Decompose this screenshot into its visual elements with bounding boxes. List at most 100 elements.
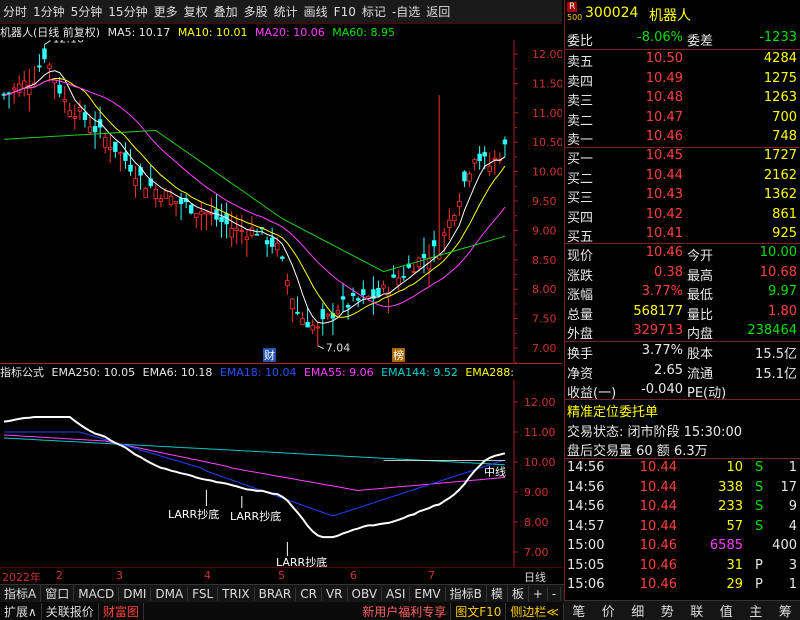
indicator-tab-13[interactable]: 指标B [446, 585, 487, 602]
indicator-tab-15[interactable]: 板 [508, 585, 529, 602]
toolbar-item-1[interactable]: 1分钟 [30, 3, 68, 20]
indicator-tab-2[interactable]: MACD [74, 586, 120, 601]
indicator-tab-14[interactable]: 模 [487, 585, 508, 602]
indicator-tab-17[interactable]: - [548, 586, 562, 601]
quote-tab-7[interactable]: 筹 [779, 601, 792, 620]
toolbar-item-9[interactable]: 画线 [301, 3, 331, 20]
chart-header: 机器人(日线 前复权) MA5: 10.17 MA10: 10.01 MA20:… [0, 24, 562, 40]
quote-tab-2[interactable]: 细 [631, 601, 644, 620]
sell-volume: 748 [772, 129, 797, 144]
candle-body [199, 211, 204, 215]
indicator-tab-12[interactable]: EMV [410, 586, 446, 601]
period-label[interactable]: 日线 [524, 569, 546, 585]
candle-body [16, 83, 22, 94]
indicator-tab-9[interactable]: VR [322, 586, 348, 601]
toolbar-item-4[interactable]: 更多 [151, 3, 181, 20]
extension-tab-3[interactable]: 新用户福利专享 [358, 602, 452, 620]
extension-tab-4[interactable]: 图文F10 [451, 602, 507, 620]
rank-marker[interactable]: 榜 [393, 348, 404, 362]
indicator-tab-8[interactable]: CR [296, 586, 322, 601]
tick-row: 14:57 10.44 57 S 4 [565, 519, 800, 538]
indicator-tab-0[interactable]: 指标A [0, 585, 42, 602]
toolbar-item-7[interactable]: 多股 [241, 3, 271, 20]
price-tick: 8.50 [532, 254, 557, 267]
toolbar-item-5[interactable]: 复权 [181, 3, 211, 20]
toolbar-item-2[interactable]: 5分钟 [68, 3, 106, 20]
quote-tab-4[interactable]: 联 [690, 601, 703, 620]
indicator-tab-4[interactable]: DMA [151, 586, 189, 601]
candle-body [285, 280, 290, 287]
candle-body [411, 271, 417, 273]
indicator-tab-16[interactable]: + [529, 586, 548, 601]
candle-body [310, 325, 315, 331]
kline-chart[interactable]: 12.00 11.50 11.00 10.50 10.00 9.50 9.00 8.50 8.0… [0, 40, 562, 364]
quote-tab-6[interactable]: 主 [749, 601, 762, 620]
candle-body [244, 236, 250, 241]
candle-body [103, 137, 108, 148]
candle-body [254, 233, 260, 236]
indicator-name[interactable]: 指标公式 [0, 366, 44, 379]
ema18-line [4, 431, 506, 517]
stat2-value: 15.1亿 [755, 366, 797, 382]
stat2-label: 换手 [567, 347, 594, 362]
ema250-value: EMA250: 10.05 [51, 366, 136, 379]
candle-body [133, 178, 138, 187]
stat-value: 10.68 [759, 264, 797, 280]
buy-label: 买三 [567, 191, 594, 206]
indicator-tab-7[interactable]: BRAR [255, 586, 297, 601]
buy-volume: 925 [772, 226, 797, 241]
chart-title: 机器人(日线 前复权) [0, 26, 101, 39]
indicator-tab-11[interactable]: ASI [382, 586, 411, 601]
high-marker: 12.16 [52, 40, 83, 46]
buy-label: 买一 [567, 152, 594, 167]
tick-side: P [755, 577, 763, 592]
indicator-tick: 10.00 [524, 456, 556, 469]
extension-tab-0[interactable]: 扩展∧ [0, 602, 42, 620]
extension-tab-2[interactable]: 财富图 [99, 602, 144, 620]
indicator-tab-3[interactable]: DMI [119, 586, 152, 601]
indicator-tab-1[interactable]: 窗口 [41, 585, 75, 602]
quote-tab-5[interactable]: 值 [720, 601, 733, 620]
candle-body [153, 188, 158, 199]
toolbar-item-8[interactable]: 统计 [271, 3, 301, 20]
sell-price: 10.46 [645, 129, 683, 144]
date-month-4: 4 [204, 569, 211, 582]
toolbar-item-13[interactable]: 返回 [423, 3, 453, 20]
indicator-tab-5[interactable]: FSL [188, 586, 219, 601]
buy-price: 10.41 [645, 226, 683, 241]
quote-tab-1[interactable]: 价 [602, 601, 615, 620]
toolbar-item-6[interactable]: 叠加 [211, 3, 241, 20]
toolbar-item-3[interactable]: 15分钟 [105, 3, 150, 20]
stock-code: 300024 [585, 5, 639, 21]
stat2-row-1: 净资 2.65 流通 15.1亿 [565, 363, 800, 382]
stat-label: 涨跌 [567, 268, 594, 284]
toolbar-item-11[interactable]: 标记 [359, 3, 389, 20]
tick-time: 14:57 [567, 518, 605, 534]
toolbar-item-10[interactable]: F10 [331, 5, 359, 19]
candle-body [355, 298, 361, 301]
tick-time: 15:05 [567, 557, 605, 573]
price-tick: 11.50 [532, 77, 562, 90]
quote-tab-3[interactable]: 势 [661, 601, 674, 620]
indicator-chart[interactable]: 12.00 11.00 10.00 9.00 8.00 7.00 中线 LARR抄底 LARR抄… [0, 380, 562, 567]
indicator-tab-6[interactable]: TRIX [218, 586, 255, 601]
entrust-title: 精准定位委托单 [567, 405, 659, 420]
tick-row: 15:06 10.46 29 P 1 [565, 577, 800, 596]
price-tick: 12.00 [532, 48, 562, 61]
finance-marker[interactable]: 财 [264, 348, 275, 362]
candle-body [189, 204, 194, 214]
candle-body [82, 112, 88, 120]
toolbar-item-12[interactable]: -自选 [389, 3, 423, 20]
candle-body [204, 211, 209, 215]
extension-tab-5[interactable]: 侧边栏≪ [506, 602, 564, 620]
quote-tab-0[interactable]: 笔 [572, 601, 585, 620]
extension-tab-1[interactable]: 关联报价 [42, 602, 99, 620]
candle-body [269, 237, 275, 247]
stat-value: 10.00 [759, 245, 797, 260]
toolbar-item-0[interactable]: 分时 [0, 3, 30, 20]
tick-row: 15:00 10.46 6585 400 [565, 538, 800, 557]
indicator-tab-10[interactable]: OBV [348, 586, 383, 601]
price-tick: 9.00 [532, 224, 557, 237]
candle-body [178, 198, 184, 205]
stat2-label: 流通 [687, 366, 714, 382]
